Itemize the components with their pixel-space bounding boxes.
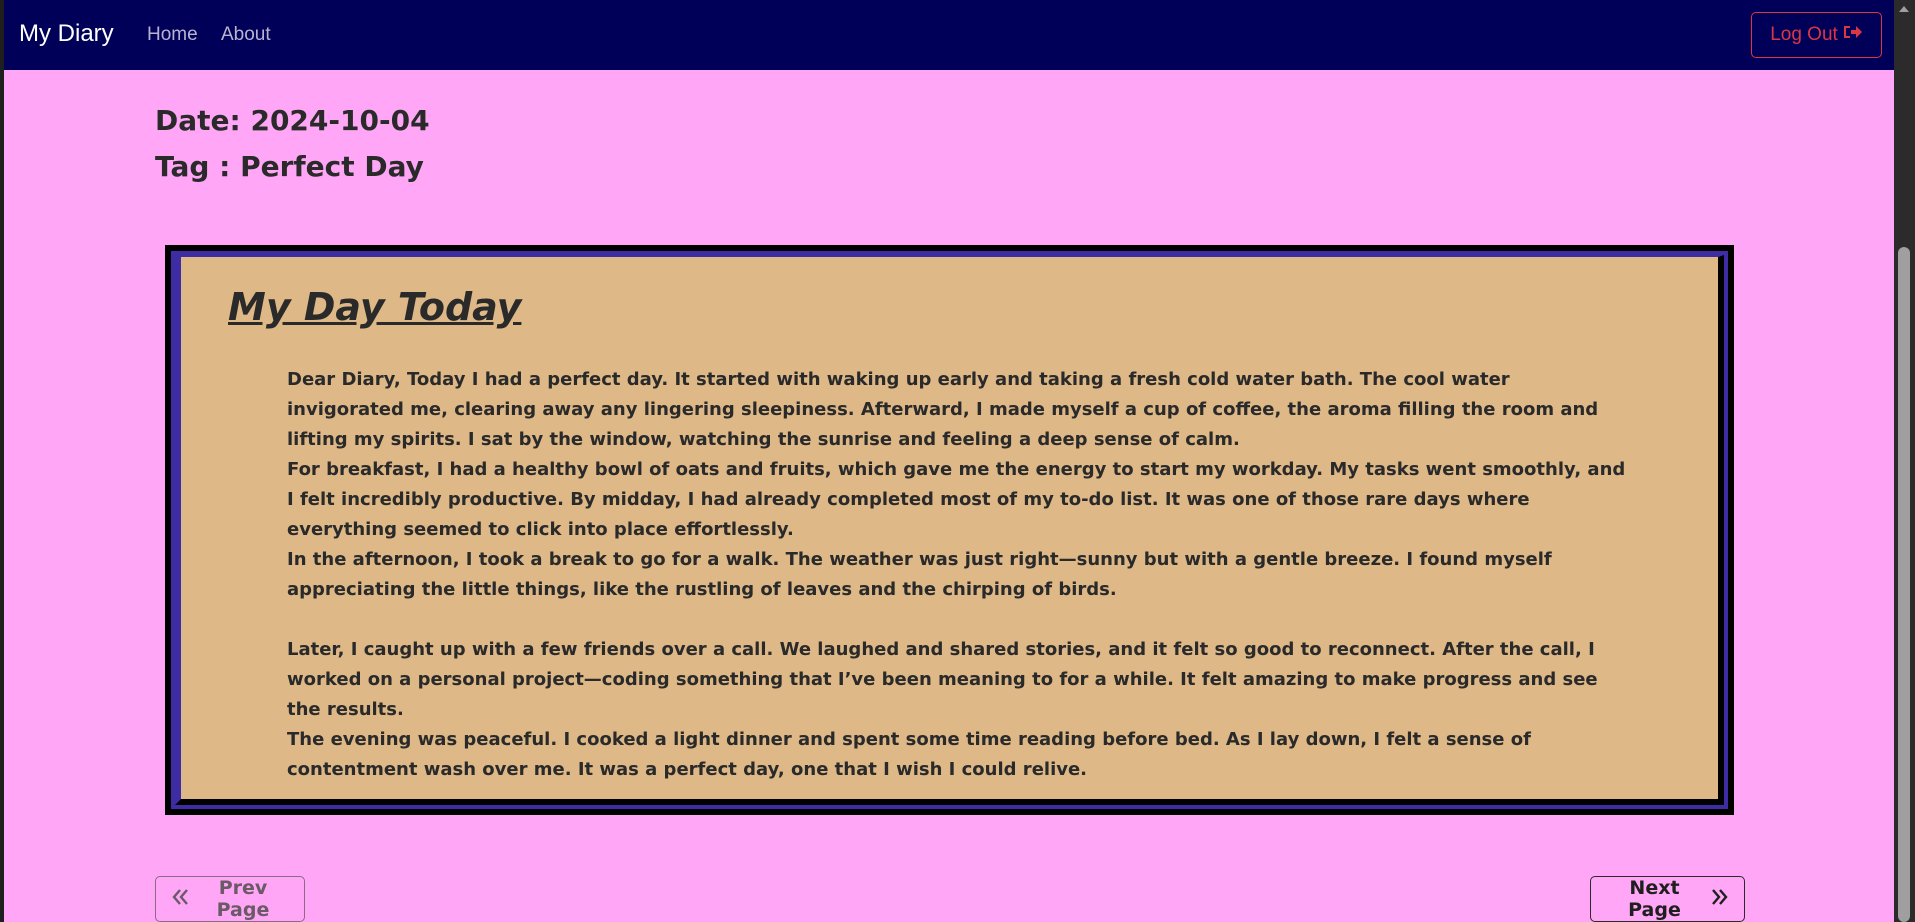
entry-title: My Day Today bbox=[228, 285, 522, 329]
prev-page-label: Prev Page bbox=[216, 877, 270, 921]
entry-paragraph: The evening was peaceful. I cooked a lig… bbox=[287, 729, 1531, 780]
scrollbar-thumb[interactable] bbox=[1898, 247, 1910, 922]
double-chevron-left-icon bbox=[171, 888, 191, 911]
entry-paragraph: In the afternoon, I took a break to go f… bbox=[287, 549, 1552, 600]
entry-paper: My Day Today Dear Diary, Today I had a p… bbox=[175, 255, 1724, 805]
nav-home-link[interactable]: Home bbox=[147, 24, 198, 46]
entry-tag: Tag : Perfect Day bbox=[155, 150, 424, 183]
diary-entry-card: My Day Today Dear Diary, Today I had a p… bbox=[165, 245, 1734, 815]
prev-page-button[interactable]: Prev Page bbox=[155, 876, 305, 922]
scroll-up-arrow-icon[interactable] bbox=[1899, 6, 1909, 12]
logout-label: Log Out bbox=[1770, 24, 1838, 45]
logout-button[interactable]: Log Out bbox=[1751, 12, 1882, 58]
top-navbar: My Diary Home About Log Out bbox=[4, 0, 1894, 70]
next-page-button[interactable]: Next Page bbox=[1590, 876, 1745, 922]
entry-paragraph: Later, I caught up with a few friends ov… bbox=[287, 639, 1598, 720]
window-left-border bbox=[0, 0, 4, 922]
double-chevron-right-icon bbox=[1709, 888, 1729, 911]
sign-out-icon bbox=[1843, 23, 1863, 47]
next-page-label: Next Page bbox=[1628, 877, 1681, 921]
entry-paragraph: For breakfast, I had a healthy bowl of o… bbox=[287, 459, 1626, 540]
brand-link[interactable]: My Diary bbox=[19, 20, 114, 48]
nav-about-link[interactable]: About bbox=[221, 24, 271, 46]
entry-frame: My Day Today Dear Diary, Today I had a p… bbox=[171, 251, 1728, 809]
entry-body: Dear Diary, Today I had a perfect day. I… bbox=[287, 365, 1627, 785]
entry-paragraph: Dear Diary, Today I had a perfect day. I… bbox=[287, 369, 1599, 450]
entry-date: Date: 2024-10-04 bbox=[155, 104, 430, 137]
